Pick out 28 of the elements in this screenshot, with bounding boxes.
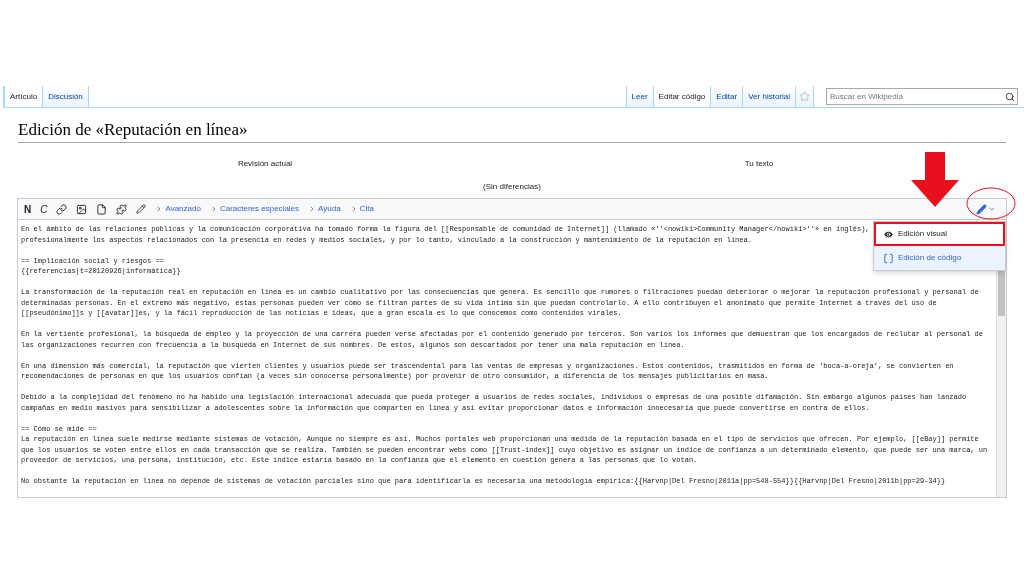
page-tab[interactable]: Ver historial (742, 86, 795, 107)
page-tab[interactable]: Leer (625, 86, 653, 107)
page-tab[interactable]: Discusión (42, 86, 88, 107)
file-icon[interactable] (96, 203, 108, 215)
toolbar-menu-link[interactable]: Ayuda (308, 203, 341, 215)
italic-button[interactable]: C (40, 201, 48, 217)
page-title: Edición de «Reputación en línea» (18, 119, 1006, 143)
diff-message: (Sin diferencias) (483, 181, 541, 193)
page-tab[interactable]: Editar (710, 86, 743, 107)
eye-icon (883, 228, 894, 240)
diff-column-header: Tu texto (744, 158, 774, 170)
puzzle-icon[interactable] (116, 203, 128, 215)
search-field[interactable]: Buscar en Wikipedia (826, 88, 1018, 105)
menu-item[interactable]: Edición de código (874, 246, 1005, 270)
bold-button[interactable]: N (24, 201, 32, 217)
toolbar-menu-link[interactable]: Cita (349, 203, 374, 215)
toolbar-menu-link[interactable]: Avanzado (155, 203, 201, 215)
pencil-icon (976, 203, 987, 215)
brackets-icon (883, 252, 894, 264)
editor-switch-button[interactable] (976, 203, 996, 215)
menu-item[interactable]: Edición visual (874, 222, 1005, 246)
chevron-down-icon (988, 205, 996, 213)
pencil-icon[interactable] (136, 204, 147, 214)
toolbar-menu-link[interactable]: Caracteres especiales (209, 203, 300, 215)
search-icon[interactable] (1005, 91, 1015, 102)
image-icon[interactable] (76, 203, 88, 215)
link-icon[interactable] (56, 203, 68, 215)
diff-column-header: Revisión actual (237, 158, 293, 170)
